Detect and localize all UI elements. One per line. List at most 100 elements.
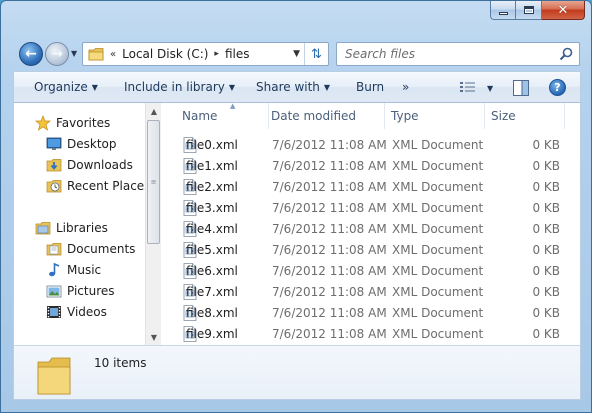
file-size: 0 KB <box>532 222 560 236</box>
file-row[interactable]: file0.xml 7/6/2012 11:08 AM XML Document 0 … <box>162 135 582 156</box>
breadcrumb-files[interactable]: files <box>225 47 250 61</box>
organize-label: Organize <box>34 80 88 94</box>
recent-places-icon <box>46 180 62 193</box>
libraries-icon <box>35 222 51 235</box>
change-view-button[interactable]: ▼ <box>459 79 499 97</box>
organize-menu[interactable]: Organize ▼ <box>34 80 98 94</box>
file-type: XML Document <box>392 327 484 341</box>
forward-button[interactable]: → <box>45 42 69 66</box>
breadcrumb-separator-icon[interactable]: ▸ <box>214 49 219 59</box>
file-row[interactable]: file6.xml 7/6/2012 11:08 AM XML Document 0 … <box>162 261 582 282</box>
include-caret-icon: ▼ <box>228 83 236 92</box>
address-overflow-chevron[interactable]: « <box>110 49 116 60</box>
desktop-icon <box>46 137 62 150</box>
file-date-modified: 7/6/2012 11:08 AM <box>272 264 387 278</box>
file-date-modified: 7/6/2012 11:08 AM <box>272 243 387 257</box>
share-with-label: Share with <box>256 80 320 94</box>
file-date-modified: 7/6/2012 11:08 AM <box>272 201 387 215</box>
close-icon: ✕ <box>557 2 569 18</box>
search-input[interactable] <box>337 47 547 61</box>
file-row[interactable]: file4.xml 7/6/2012 11:08 AM XML Document 0 … <box>162 219 582 240</box>
sidebar-item-videos-label: Videos <box>67 305 107 319</box>
sidebar-item-desktop[interactable]: Desktop <box>46 135 117 153</box>
file-name: file5.xml <box>186 243 238 257</box>
organize-caret-icon: ▼ <box>91 83 98 92</box>
address-history-dropdown[interactable]: ▼ <box>293 49 300 59</box>
music-icon <box>49 262 60 277</box>
file-size: 0 KB <box>532 159 560 173</box>
file-name: file2.xml <box>186 180 238 194</box>
scroll-up-button[interactable]: ▲ <box>146 103 162 119</box>
sidebar-item-pictures[interactable]: Pictures <box>46 282 115 300</box>
search-icon[interactable] <box>559 47 573 61</box>
address-bar[interactable]: « Local Disk (C:) ▸ files ▼ ⇅ <box>82 42 329 66</box>
breadcrumb-local-disk[interactable]: Local Disk (C:) <box>122 47 208 61</box>
item-count: 10 items <box>94 356 147 370</box>
share-with-menu[interactable]: Share with ▼ <box>256 80 330 94</box>
column-header-name[interactable]: ▲ Name <box>176 102 269 129</box>
explorer-window: ✕ ← → ▼ « Local Disk (C:) ▸ files ▼ ⇅ Or… <box>0 0 592 413</box>
file-size: 0 KB <box>532 201 560 215</box>
column-header-size[interactable]: Size <box>485 103 565 129</box>
file-size: 0 KB <box>532 243 560 257</box>
burn-button[interactable]: Burn <box>356 80 384 94</box>
sidebar-group-libraries[interactable]: Libraries <box>35 219 108 237</box>
file-name: file7.xml <box>186 285 238 299</box>
sidebar-item-music[interactable]: Music <box>46 261 101 279</box>
file-type: XML Document <box>392 264 484 278</box>
minimize-button[interactable] <box>490 1 516 20</box>
file-type: XML Document <box>392 306 484 320</box>
help-button[interactable]: ? <box>549 79 566 96</box>
file-type: XML Document <box>392 243 484 257</box>
file-name: file3.xml <box>186 201 238 215</box>
file-name: file8.xml <box>186 306 238 320</box>
file-size: 0 KB <box>532 306 560 320</box>
file-row[interactable]: file7.xml 7/6/2012 11:08 AM XML Document 0 … <box>162 282 582 303</box>
search-box[interactable] <box>336 42 580 66</box>
recent-pages-dropdown[interactable]: ▼ <box>71 49 79 58</box>
close-button[interactable]: ✕ <box>542 1 585 20</box>
file-row[interactable]: file1.xml 7/6/2012 11:08 AM XML Document 0 … <box>162 156 582 177</box>
scroll-down-button[interactable]: ▼ <box>146 329 162 345</box>
sidebar-item-recent-places[interactable]: Recent Places <box>46 177 145 195</box>
preview-pane-icon[interactable] <box>512 79 530 97</box>
back-button[interactable]: ← <box>19 42 43 66</box>
refresh-icon: ⇅ <box>311 46 322 62</box>
view-caret-icon: ▼ <box>487 83 494 93</box>
sidebar-group-libraries-label: Libraries <box>56 221 108 235</box>
file-row[interactable]: file2.xml 7/6/2012 11:08 AM XML Document 0 … <box>162 177 582 198</box>
file-row[interactable]: file5.xml 7/6/2012 11:08 AM XML Document 0 … <box>162 240 582 261</box>
sidebar-item-downloads[interactable]: Downloads <box>46 156 133 174</box>
sidebar-item-documents[interactable]: Documents <box>46 240 135 258</box>
column-header-date[interactable]: Date modified <box>265 103 385 129</box>
caption-buttons: ✕ <box>490 1 585 20</box>
star-icon <box>35 115 51 131</box>
scroll-thumb[interactable]: ≡ <box>147 120 160 244</box>
file-date-modified: 7/6/2012 11:08 AM <box>272 138 387 152</box>
file-date-modified: 7/6/2012 11:08 AM <box>272 285 387 299</box>
pictures-icon <box>46 285 62 298</box>
maximize-button[interactable] <box>516 1 542 20</box>
downloads-icon <box>46 159 62 172</box>
file-row[interactable]: file3.xml 7/6/2012 11:08 AM XML Document 0 … <box>162 198 582 219</box>
sidebar-group-favorites[interactable]: Favorites <box>35 114 110 132</box>
file-list: ▲ Name Date modified Type Size file0.xml… <box>162 102 582 345</box>
folder-icon <box>88 48 104 61</box>
file-date-modified: 7/6/2012 11:08 AM <box>272 159 387 173</box>
navigation-scrollbar[interactable]: ▲ ≡ ▼ <box>145 103 161 345</box>
maximize-icon <box>523 6 534 14</box>
refresh-button[interactable]: ⇅ <box>304 43 328 65</box>
sidebar-item-videos[interactable]: Videos <box>46 303 107 321</box>
file-row[interactable]: file8.xml 7/6/2012 11:08 AM XML Document 0 … <box>162 303 582 324</box>
column-header-date-label: Date modified <box>271 109 357 123</box>
file-date-modified: 7/6/2012 11:08 AM <box>272 180 387 194</box>
command-bar: Organize ▼ Include in library ▼ Share with… <box>13 71 581 103</box>
include-in-library-menu[interactable]: Include in library ▼ <box>124 80 235 94</box>
file-type: XML Document <box>392 201 484 215</box>
column-header-type[interactable]: Type <box>385 103 485 129</box>
file-row[interactable]: file9.xml 7/6/2012 11:08 AM XML Document 0 … <box>162 324 582 345</box>
column-header-type-label: Type <box>391 109 419 123</box>
toolbar-overflow-button[interactable]: » <box>402 80 409 94</box>
file-name: file4.xml <box>186 222 238 236</box>
file-date-modified: 7/6/2012 11:08 AM <box>272 306 387 320</box>
